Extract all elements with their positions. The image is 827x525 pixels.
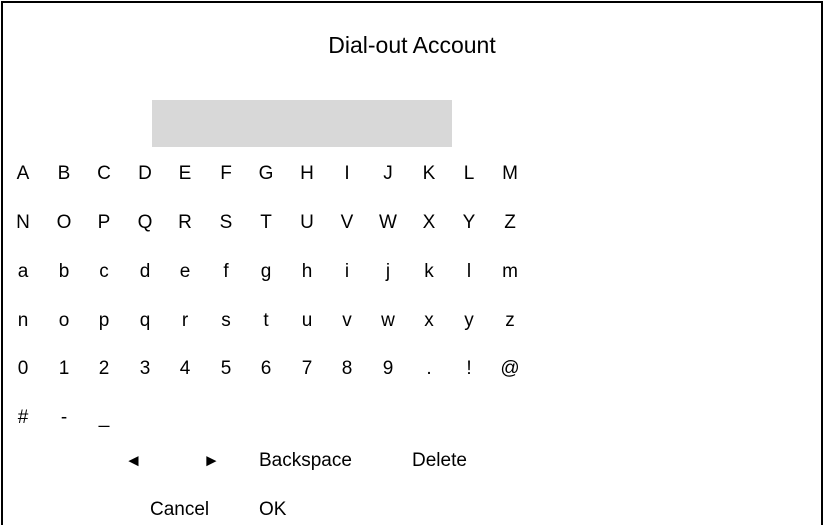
key-button[interactable]: 6 — [246, 357, 286, 381]
key-button[interactable]: M — [490, 162, 530, 186]
key-button[interactable]: F — [206, 162, 246, 186]
key-button[interactable]: b — [44, 260, 84, 284]
key-button[interactable]: O — [44, 211, 84, 235]
key-button[interactable]: D — [125, 162, 165, 186]
key-button[interactable]: 9 — [368, 357, 408, 381]
key-button[interactable]: 8 — [327, 357, 367, 381]
key-button[interactable]: x — [409, 309, 449, 333]
delete-button[interactable]: Delete — [412, 449, 467, 473]
key-button[interactable]: . — [409, 357, 449, 381]
key-button[interactable]: 4 — [165, 357, 205, 381]
key-button[interactable]: a — [3, 260, 43, 284]
key-button[interactable]: J — [368, 162, 408, 186]
key-button[interactable]: e — [165, 260, 205, 284]
key-button[interactable]: B — [44, 162, 84, 186]
key-button[interactable]: w — [368, 309, 408, 333]
key-button[interactable]: d — [125, 260, 165, 284]
key-button[interactable]: Y — [449, 211, 489, 235]
account-input[interactable] — [152, 100, 452, 147]
key-button[interactable]: A — [3, 162, 43, 186]
key-button[interactable]: - — [44, 406, 84, 430]
key-button[interactable]: 5 — [206, 357, 246, 381]
key-button[interactable]: T — [246, 211, 286, 235]
ok-button[interactable]: OK — [259, 498, 286, 522]
key-button[interactable]: y — [449, 309, 489, 333]
key-button[interactable]: 1 — [44, 357, 84, 381]
key-button[interactable]: G — [246, 162, 286, 186]
key-button[interactable]: g — [246, 260, 286, 284]
key-button[interactable]: @ — [490, 357, 530, 381]
key-button[interactable]: 0 — [3, 357, 43, 381]
key-button[interactable]: # — [3, 406, 43, 430]
key-button[interactable]: Z — [490, 211, 530, 235]
key-button[interactable]: ! — [449, 357, 489, 381]
key-button[interactable]: I — [327, 162, 367, 186]
key-button[interactable]: f — [206, 260, 246, 284]
key-button[interactable]: C — [84, 162, 124, 186]
key-button[interactable]: u — [287, 309, 327, 333]
key-button[interactable]: E — [165, 162, 205, 186]
key-button[interactable]: 3 — [125, 357, 165, 381]
key-button[interactable]: q — [125, 309, 165, 333]
cursor-left-button[interactable]: ◄ — [125, 449, 142, 473]
key-button[interactable]: o — [44, 309, 84, 333]
backspace-button[interactable]: Backspace — [259, 449, 352, 473]
key-button[interactable]: r — [165, 309, 205, 333]
key-button[interactable]: l — [449, 260, 489, 284]
key-button[interactable]: R — [165, 211, 205, 235]
key-button[interactable]: s — [206, 309, 246, 333]
dialog-title: Dial-out Account — [328, 32, 496, 58]
key-button[interactable]: z — [490, 309, 530, 333]
key-button[interactable]: i — [327, 260, 367, 284]
key-button[interactable]: t — [246, 309, 286, 333]
key-button[interactable]: j — [368, 260, 408, 284]
key-button[interactable]: W — [368, 211, 408, 235]
dialog-frame: Dial-out Account ABCDEFGHIJKLM NOPQRSTUVW… — [1, 1, 823, 525]
key-button[interactable]: _ — [84, 406, 124, 430]
key-button[interactable]: v — [327, 309, 367, 333]
key-button[interactable]: H — [287, 162, 327, 186]
key-button[interactable]: L — [449, 162, 489, 186]
key-button[interactable]: k — [409, 260, 449, 284]
key-button[interactable]: X — [409, 211, 449, 235]
key-button[interactable]: n — [3, 309, 43, 333]
cancel-button[interactable]: Cancel — [150, 498, 209, 522]
key-button[interactable]: p — [84, 309, 124, 333]
key-button[interactable]: S — [206, 211, 246, 235]
key-button[interactable]: 7 — [287, 357, 327, 381]
key-button[interactable]: Q — [125, 211, 165, 235]
key-button[interactable]: U — [287, 211, 327, 235]
cursor-right-button[interactable]: ► — [203, 449, 220, 473]
key-button[interactable]: h — [287, 260, 327, 284]
key-button[interactable]: N — [3, 211, 43, 235]
key-button[interactable]: 2 — [84, 357, 124, 381]
key-button[interactable]: P — [84, 211, 124, 235]
key-button[interactable]: V — [327, 211, 367, 235]
key-button[interactable]: m — [490, 260, 530, 284]
key-button[interactable]: c — [84, 260, 124, 284]
key-button[interactable]: K — [409, 162, 449, 186]
